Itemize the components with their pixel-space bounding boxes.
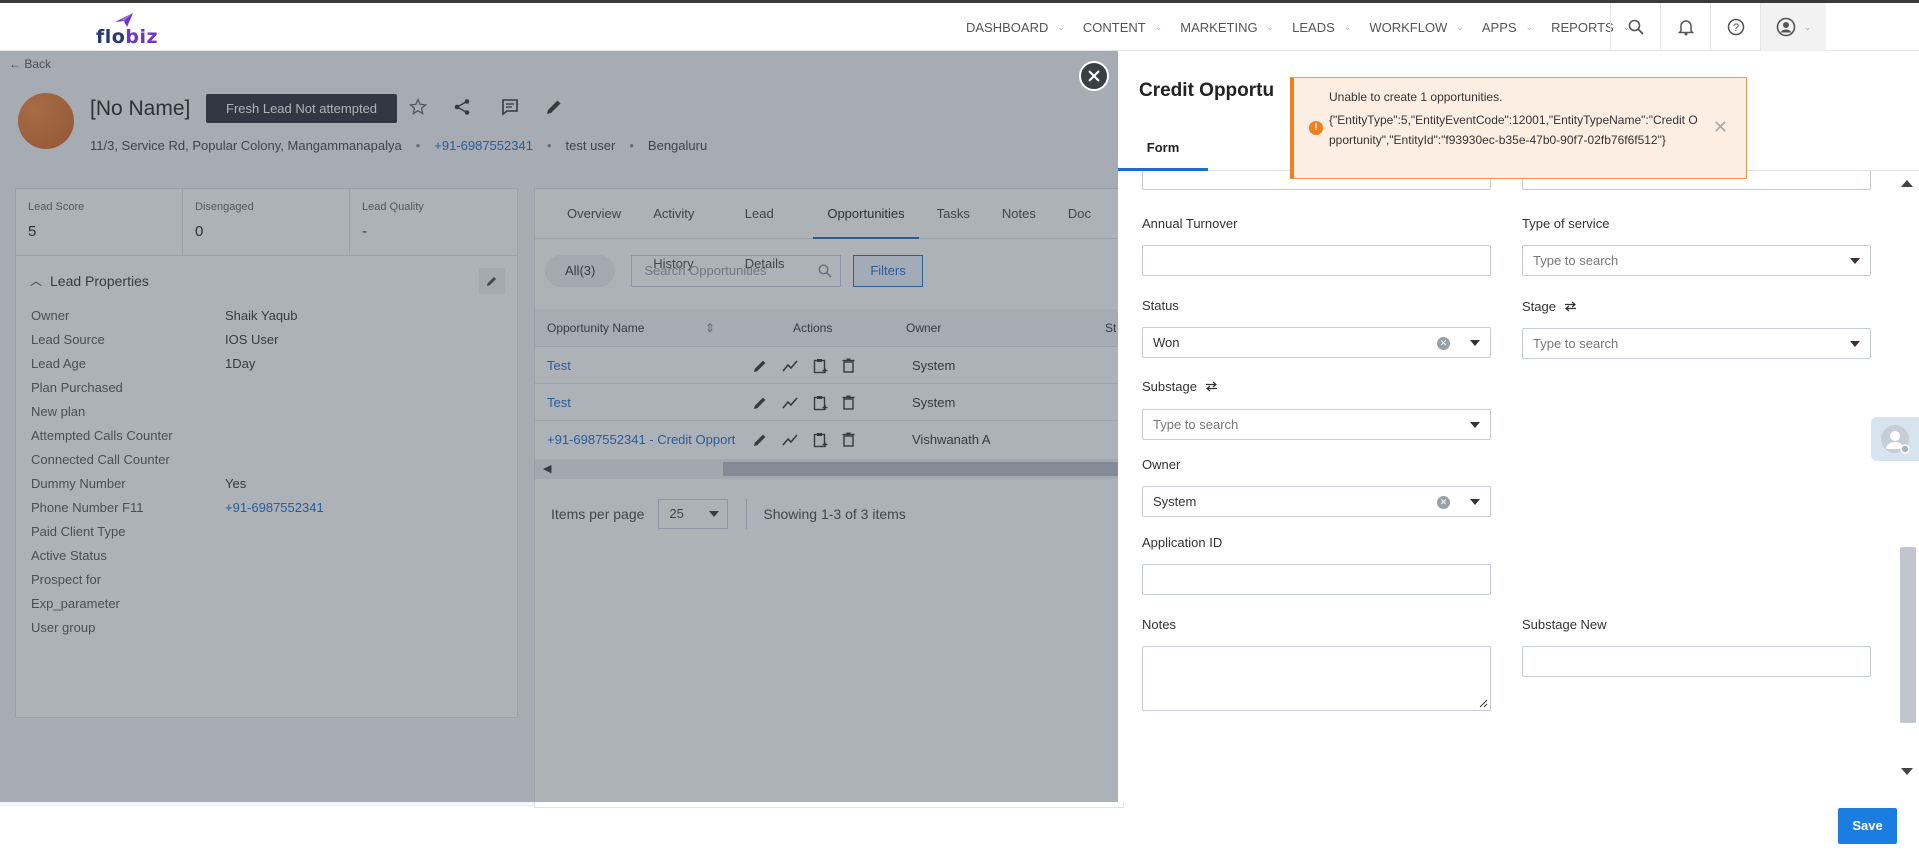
owner-label: Owner [1142, 457, 1181, 472]
type-of-service-label: Type of service [1522, 216, 1610, 231]
scroll-up-icon[interactable] [1901, 180, 1913, 187]
bell-icon[interactable] [1660, 3, 1710, 51]
caret-down-icon [1470, 340, 1480, 346]
stage-select[interactable]: Type to search [1522, 328, 1871, 359]
tab-form[interactable]: Form [1118, 126, 1208, 171]
toast-title: Unable to create 1 opportunities. [1329, 90, 1503, 104]
search-icon[interactable] [1610, 3, 1660, 51]
application-id-label: Application ID [1142, 535, 1223, 550]
save-button[interactable]: Save [1838, 808, 1897, 844]
scrollbar-thumb[interactable] [1900, 547, 1916, 723]
drawer-title: Credit Opportu [1139, 80, 1275, 101]
owner-select[interactable]: System ✕ [1142, 486, 1491, 517]
status-label: Status [1142, 298, 1179, 313]
nav-workflow[interactable]: WORKFLOW ⌄ [1369, 20, 1464, 35]
caret-down-icon [1850, 341, 1860, 347]
svg-text:?: ? [1732, 22, 1738, 34]
top-navbar: flobiz DASHBOARD ⌄ CONTENT ⌄ MARKETING ⌄ LE… [0, 0, 1919, 51]
notes-label: Notes [1142, 617, 1176, 632]
help-icon[interactable]: ? [1710, 3, 1760, 51]
swap-icon[interactable] [1205, 381, 1218, 392]
form-vertical-scrollbar[interactable] [1896, 171, 1918, 786]
nav-apps[interactable]: APPS ⌄ [1482, 20, 1533, 35]
annual-turnover-input[interactable] [1142, 245, 1491, 276]
stage-label: Stage [1522, 299, 1577, 314]
chevron-down-icon: ⌄ [1456, 21, 1464, 32]
clear-icon[interactable]: ✕ [1437, 337, 1450, 350]
nav-content[interactable]: CONTENT ⌄ [1083, 20, 1162, 35]
caret-down-icon [1470, 499, 1480, 505]
drawer-footer: Save [1118, 786, 1919, 853]
nav-icon-group: ? ⌄ [1610, 3, 1826, 51]
nav-marketing[interactable]: MARKETING ⌄ [1180, 20, 1274, 35]
warning-icon: ! [1309, 121, 1323, 135]
close-icon [1088, 70, 1100, 82]
error-toast: ! Unable to create 1 opportunities. {"En… [1290, 77, 1747, 179]
opportunity-form: Annual Turnover Type of service Type to … [1118, 171, 1898, 786]
toast-message: {"EntityType":5,"EntityEventCode":12001,… [1329, 113, 1698, 147]
chat-avatar-widget[interactable] [1871, 417, 1919, 461]
nav-leads[interactable]: LEADS ⌄ [1292, 20, 1351, 35]
user-icon[interactable]: ⌄ [1760, 3, 1826, 51]
chevron-down-icon: ⌄ [1154, 21, 1163, 32]
clear-icon[interactable]: ✕ [1437, 496, 1450, 509]
caret-down-icon [1850, 258, 1860, 264]
substage-new-input[interactable] [1522, 646, 1871, 677]
swap-icon[interactable] [1564, 301, 1577, 312]
chevron-down-icon: ⌄ [1343, 21, 1352, 32]
modal-backdrop[interactable] [0, 51, 1118, 802]
chevron-down-icon: ⌄ [1525, 21, 1534, 32]
chevron-down-icon: ⌄ [1266, 21, 1275, 32]
type-of-service-select[interactable]: Type to search [1522, 245, 1871, 276]
resize-handle-icon[interactable] [1478, 698, 1488, 708]
logo-text: flobiz [96, 26, 159, 48]
user-avatar-icon [1881, 425, 1910, 454]
substage-new-label: Substage New [1522, 617, 1607, 632]
annual-turnover-label: Annual Turnover [1142, 216, 1238, 231]
status-select[interactable]: Won ✕ [1142, 327, 1491, 358]
close-icon[interactable]: ✕ [1713, 117, 1728, 138]
substage-select[interactable]: Type to search [1142, 409, 1491, 440]
notes-textarea[interactable] [1142, 646, 1491, 711]
main-menu: DASHBOARD ⌄ CONTENT ⌄ MARKETING ⌄ LEADS ⌄ WO… [966, 3, 1648, 51]
close-drawer-button[interactable] [1079, 61, 1109, 91]
flobiz-logo[interactable]: flobiz [96, 9, 158, 49]
application-id-input[interactable] [1142, 564, 1491, 595]
scroll-down-icon[interactable] [1901, 768, 1913, 775]
nav-dashboard[interactable]: DASHBOARD ⌄ [966, 20, 1065, 35]
substage-label: Substage [1142, 379, 1218, 394]
caret-down-icon [1470, 422, 1480, 428]
chevron-down-icon: ⌄ [1057, 21, 1065, 32]
